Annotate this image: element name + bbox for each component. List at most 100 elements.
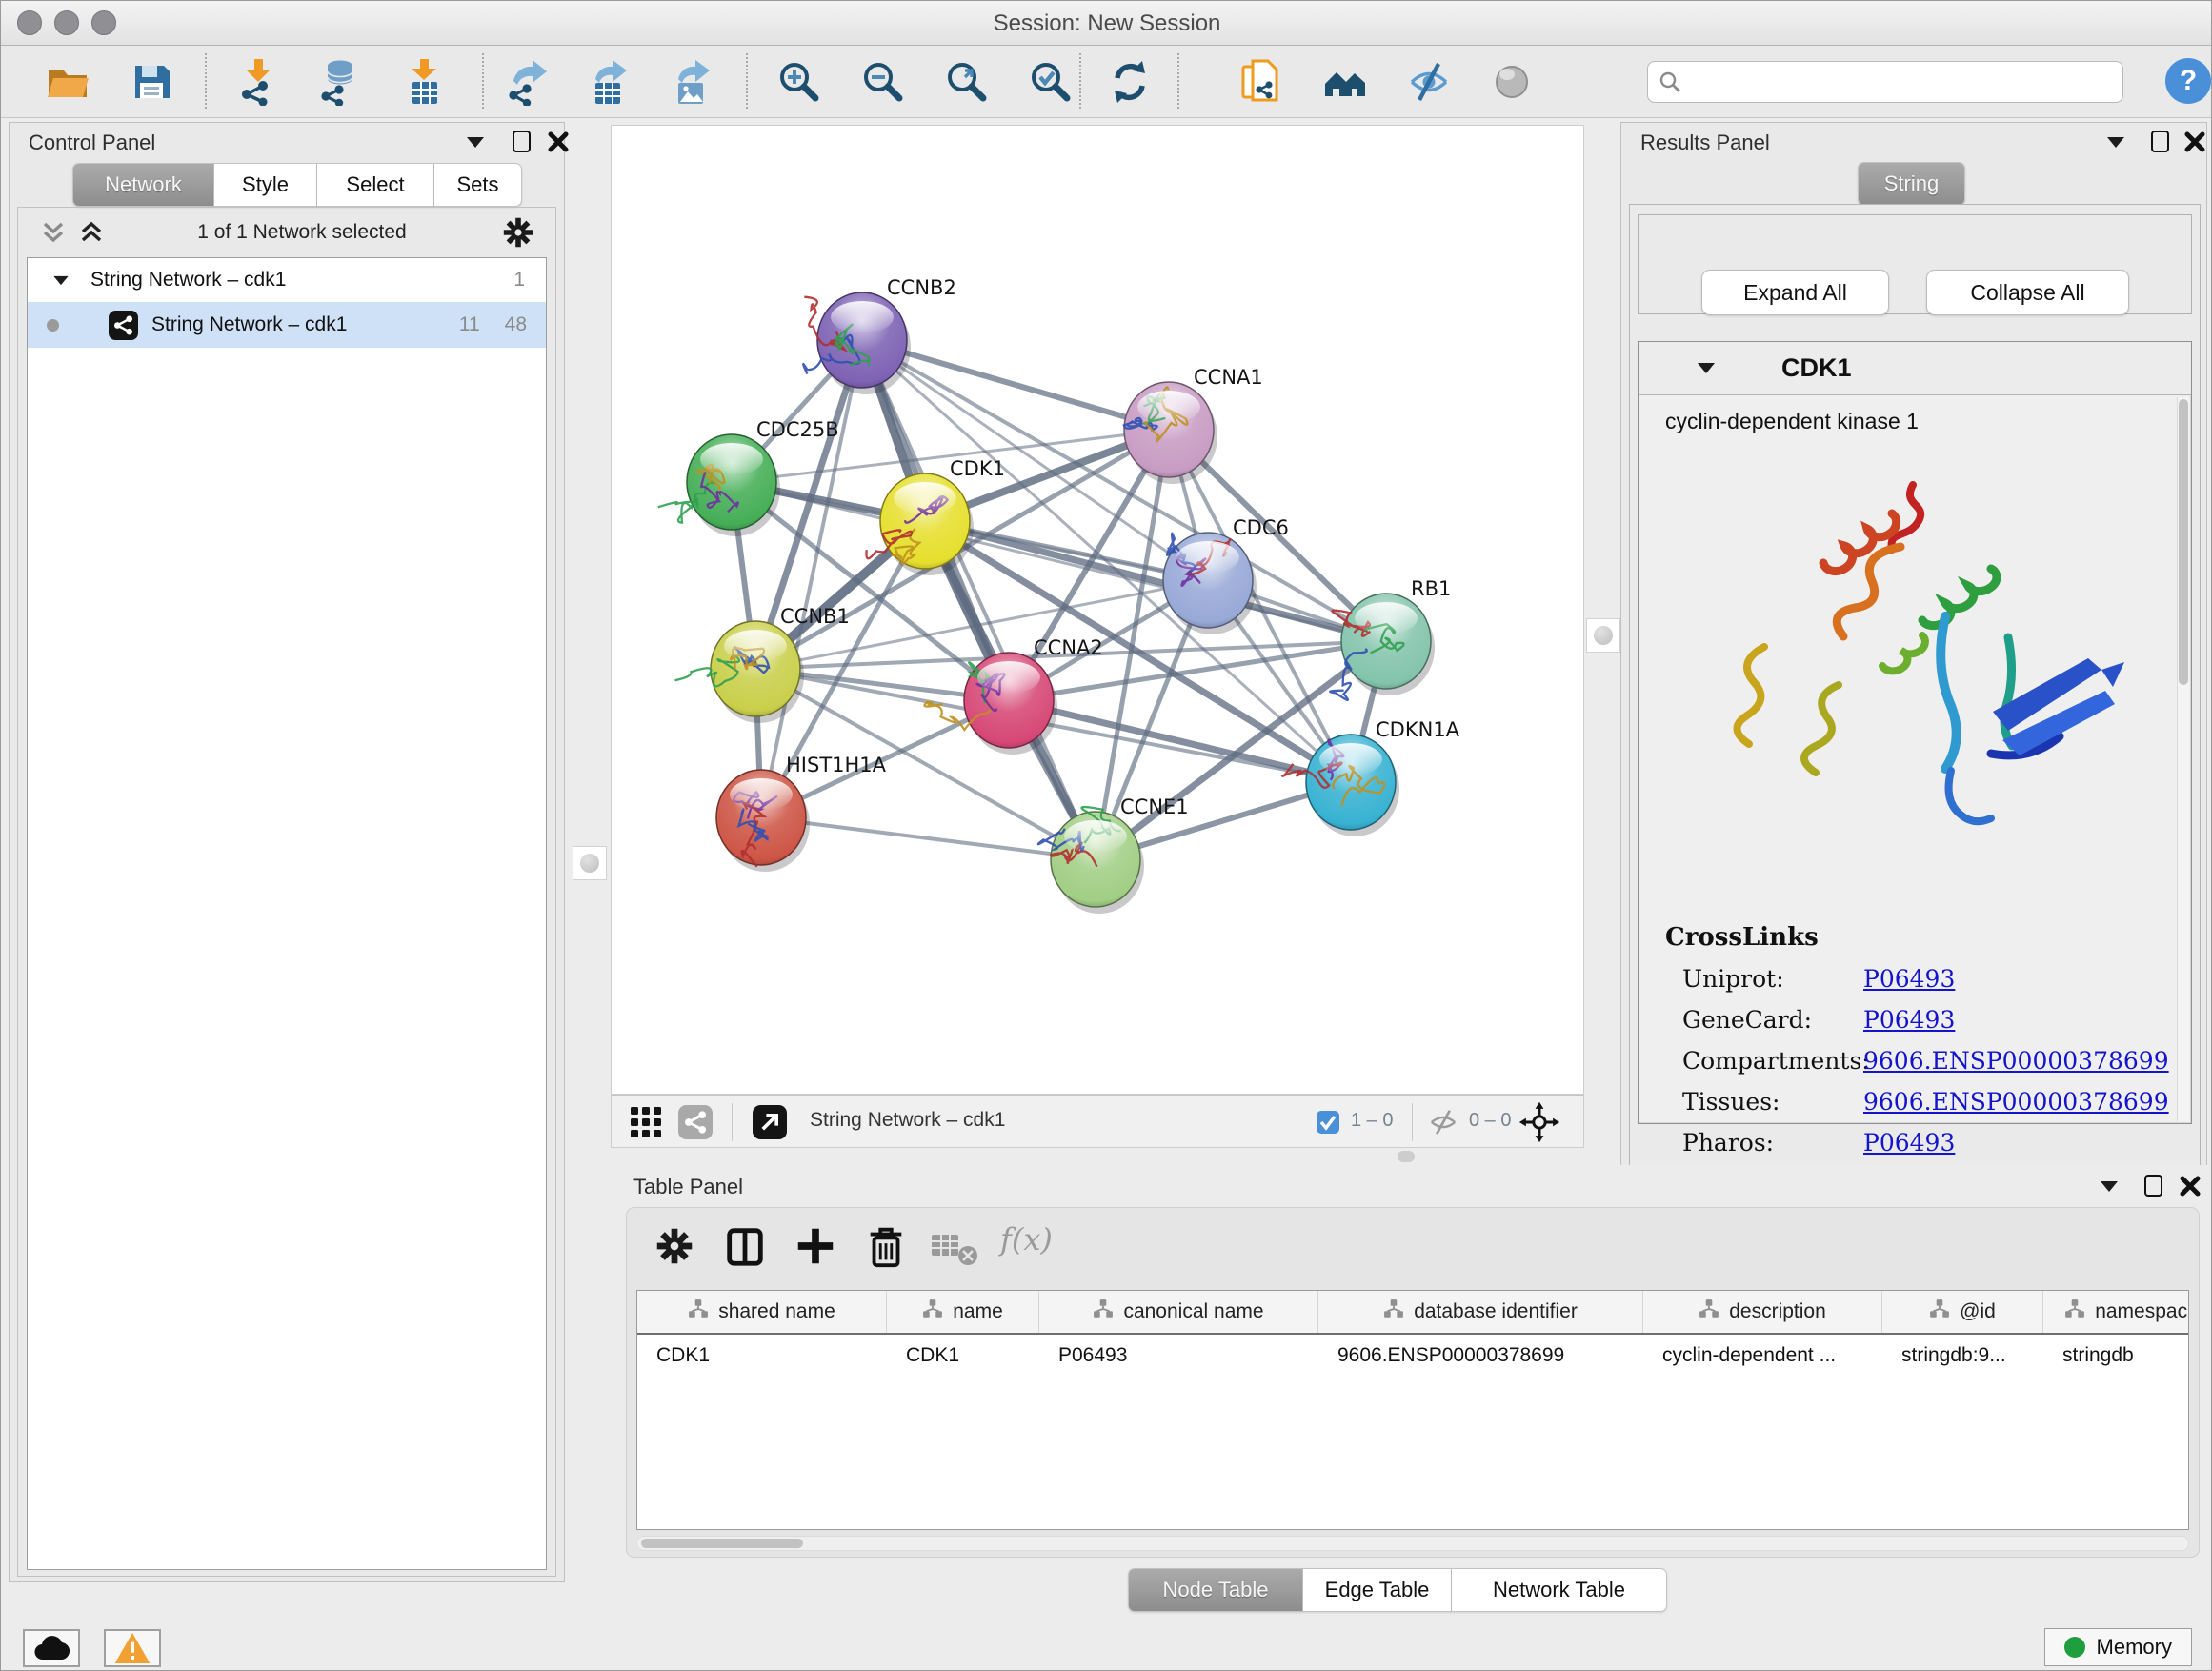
zoom-out-icon[interactable] bbox=[859, 58, 907, 106]
help-button[interactable]: ? bbox=[2165, 58, 2211, 104]
float-panel-icon[interactable] bbox=[2107, 137, 2124, 148]
network-node-CCNA1[interactable] bbox=[1124, 382, 1217, 484]
horizontal-splitter-handle[interactable] bbox=[1398, 1151, 1415, 1162]
import-table-icon[interactable] bbox=[400, 58, 448, 106]
zoom-selected-icon[interactable] bbox=[1027, 58, 1075, 106]
network-graph[interactable]: CCNB2CCNA1CDC25BCDK1CDC6RB1CCNB1CCNA2CDK… bbox=[612, 126, 1583, 1094]
column-header-database-identifier[interactable]: database identifier bbox=[1318, 1291, 1643, 1333]
tab-network-table[interactable]: Network Table bbox=[1452, 1568, 1667, 1612]
crosslink-link[interactable]: P06493 bbox=[1863, 1129, 1955, 1157]
table-cell[interactable]: 9606.ENSP00000378699 bbox=[1318, 1335, 1643, 1377]
undock-panel-icon[interactable] bbox=[2144, 1175, 2162, 1197]
float-panel-icon[interactable] bbox=[467, 137, 484, 148]
table-gear-icon[interactable] bbox=[652, 1223, 697, 1269]
undock-panel-icon[interactable] bbox=[2151, 131, 2169, 152]
tree-expand-icon[interactable] bbox=[53, 275, 68, 284]
string-results-subpanel: Expand All Collapse All CDK1 cyclin-depe… bbox=[1629, 204, 2201, 1181]
table-cell[interactable]: stringdb:9... bbox=[1882, 1335, 2043, 1377]
share-network-icon[interactable] bbox=[678, 1105, 713, 1139]
open-session-icon[interactable] bbox=[44, 58, 91, 106]
table-cell[interactable]: cyclin-dependent ... bbox=[1643, 1335, 1882, 1377]
warning-button[interactable] bbox=[104, 1629, 161, 1667]
network-node-RB1[interactable] bbox=[1330, 594, 1435, 700]
right-splitter-handle[interactable] bbox=[1586, 618, 1620, 653]
network-node-HIST1H1A[interactable] bbox=[716, 770, 810, 872]
close-panel-icon[interactable] bbox=[547, 131, 570, 153]
export-table-icon[interactable] bbox=[584, 58, 632, 106]
import-network-database-icon[interactable] bbox=[314, 58, 362, 106]
column-header--id[interactable]: @id bbox=[1882, 1291, 2043, 1333]
collapse-all-button[interactable]: Collapse All bbox=[1926, 270, 2129, 315]
crosslink-link[interactable]: 9606.ENSP00000378699 bbox=[1863, 1047, 2169, 1075]
column-header-namespace[interactable]: namespace bbox=[2043, 1291, 2189, 1333]
table-cell[interactable]: P06493 bbox=[1039, 1335, 1318, 1377]
graphics-details-eye-icon[interactable] bbox=[1488, 58, 1536, 106]
import-network-file-icon[interactable] bbox=[234, 58, 282, 106]
add-icon[interactable] bbox=[793, 1223, 838, 1269]
tab-sets[interactable]: Sets bbox=[434, 163, 522, 207]
expand-all-button[interactable]: Expand All bbox=[1701, 270, 1889, 315]
tab-style[interactable]: Style bbox=[214, 163, 317, 207]
tab-network[interactable]: Network bbox=[72, 163, 214, 207]
zoom-fit-icon[interactable] bbox=[943, 58, 991, 106]
table-hscrollbar[interactable] bbox=[636, 1536, 2189, 1551]
results-scrollbar[interactable] bbox=[2177, 397, 2189, 1121]
close-panel-icon[interactable] bbox=[2179, 1175, 2202, 1198]
undock-panel-icon[interactable] bbox=[513, 131, 531, 152]
network-node-CCNE1[interactable] bbox=[1038, 807, 1144, 914]
crosslink-link[interactable]: P06493 bbox=[1863, 1006, 1955, 1034]
search-field[interactable] bbox=[1647, 61, 2123, 103]
entry-header[interactable]: CDK1 bbox=[1639, 342, 2191, 395]
table-cell[interactable]: CDK1 bbox=[887, 1335, 1039, 1377]
column-header-shared-name[interactable]: shared name bbox=[637, 1291, 887, 1333]
memory-button[interactable]: Memory bbox=[2044, 1628, 2192, 1666]
string-network-document-icon[interactable] bbox=[1237, 58, 1284, 106]
gear-icon[interactable] bbox=[499, 213, 537, 252]
apply-layout-icon[interactable] bbox=[1106, 58, 1154, 106]
open-in-window-icon[interactable] bbox=[753, 1105, 787, 1139]
crosslink-link[interactable]: P06493 bbox=[1863, 965, 1955, 993]
network-node-CCNB2[interactable] bbox=[803, 292, 911, 394]
results-panel: Results Panel String Expand All Collapse… bbox=[1620, 122, 2207, 1182]
network-node-CDC6[interactable] bbox=[1163, 533, 1257, 634]
status-bar: Memory bbox=[1, 1621, 2212, 1671]
expand-all-icon[interactable] bbox=[78, 218, 105, 247]
collapse-all-icon[interactable] bbox=[40, 218, 67, 247]
crosslink-link[interactable]: 9606.ENSP00000378699 bbox=[1863, 1088, 2169, 1116]
columns-icon[interactable] bbox=[722, 1223, 768, 1269]
export-image-icon[interactable] bbox=[667, 58, 714, 106]
cloud-button[interactable] bbox=[23, 1629, 80, 1667]
column-header-canonical-name[interactable]: canonical name bbox=[1039, 1291, 1318, 1333]
tab-node-table[interactable]: Node Table bbox=[1128, 1568, 1303, 1612]
tab-string[interactable]: String bbox=[1858, 162, 1965, 206]
network-edge-HIST1H1A-CCNE1[interactable] bbox=[761, 817, 1096, 859]
network-canvas[interactable]: CCNB2CCNA1CDC25BCDK1CDC6RB1CCNB1CCNA2CDK… bbox=[611, 125, 1584, 1095]
birds-eye-grid-icon[interactable] bbox=[629, 1105, 663, 1139]
search-input[interactable] bbox=[1690, 71, 2122, 93]
hide-eye-slash-icon[interactable] bbox=[1405, 58, 1453, 106]
table-cell[interactable]: stringdb bbox=[2043, 1335, 2189, 1377]
float-panel-icon[interactable] bbox=[2101, 1181, 2118, 1192]
table-cell[interactable]: CDK1 bbox=[637, 1335, 887, 1377]
pan-crosshair-icon[interactable] bbox=[1518, 1101, 1560, 1143]
column-header-name[interactable]: name bbox=[887, 1291, 1039, 1333]
network-collection-row[interactable]: String Network – cdk1 1 bbox=[28, 258, 546, 302]
column-header-description[interactable]: description bbox=[1643, 1291, 1882, 1333]
tab-select[interactable]: Select bbox=[317, 163, 434, 207]
close-panel-icon[interactable] bbox=[2183, 131, 2206, 153]
entry-collapse-icon[interactable] bbox=[1698, 363, 1715, 373]
houses-icon[interactable] bbox=[1321, 58, 1369, 106]
delete-trash-icon[interactable] bbox=[863, 1223, 909, 1269]
tab-edge-table[interactable]: Edge Table bbox=[1303, 1568, 1452, 1612]
network-row-selected[interactable]: String Network – cdk1 11 48 bbox=[28, 302, 546, 348]
table-row[interactable]: CDK1CDK1P064939606.ENSP00000378699cyclin… bbox=[637, 1335, 2188, 1377]
export-network-icon[interactable] bbox=[502, 58, 550, 106]
left-splitter-handle[interactable] bbox=[573, 846, 607, 880]
selected-checkbox[interactable] bbox=[1317, 1111, 1339, 1134]
network-node-CDC25B[interactable] bbox=[658, 434, 780, 536]
zoom-in-icon[interactable] bbox=[775, 58, 823, 106]
column-type-icon bbox=[1699, 1299, 1719, 1325]
network-node-CCNB1[interactable] bbox=[675, 621, 805, 723]
network-edge-CCNB2-HIST1H1A[interactable] bbox=[761, 340, 862, 817]
save-session-icon[interactable] bbox=[128, 58, 175, 106]
